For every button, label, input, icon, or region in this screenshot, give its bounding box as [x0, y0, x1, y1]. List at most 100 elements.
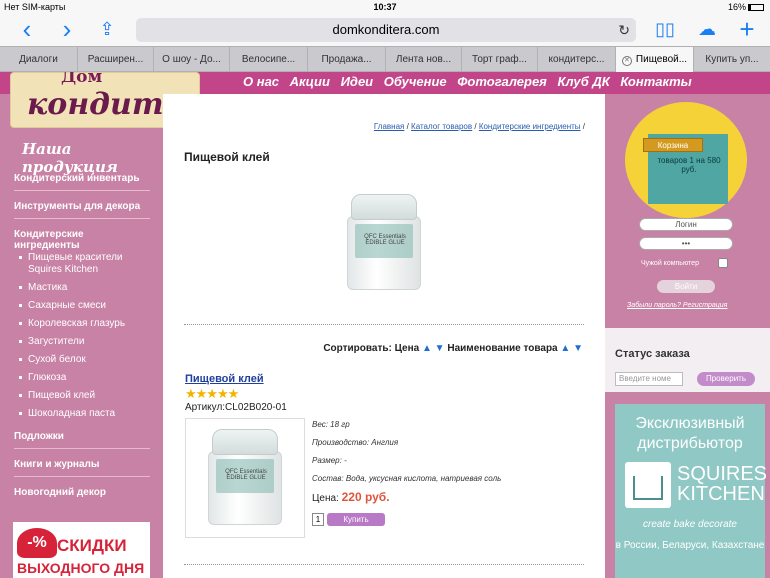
sidebar-item-novogodniy[interactable]: Новогодний декор	[14, 487, 150, 504]
product-link[interactable]: Пищевой клей	[185, 373, 264, 385]
tab-label: Лента нов...	[395, 54, 452, 65]
battery-percent: 16%	[727, 2, 746, 12]
cart-badge: Корзина	[643, 138, 703, 152]
url-text: domkonditera.com	[332, 22, 440, 37]
page-title: Пищевой клей	[184, 150, 270, 164]
nav-promotions[interactable]: Акции	[290, 74, 330, 89]
nav-ideas[interactable]: Идеи	[341, 74, 374, 89]
banner-countries: в России, Беларуси, Казахстане	[615, 540, 765, 551]
sidebar-item-knigi[interactable]: Книги и журналы	[14, 459, 150, 477]
login-button[interactable]: Войти	[657, 280, 715, 293]
left-sidebar: Наша продукция Кондитерский инвентарь Ин…	[0, 72, 163, 578]
cart-widget[interactable]: Корзина товаров 1 на 580 руб.	[625, 102, 747, 218]
tab-label: О шоу - До...	[162, 54, 221, 65]
discount-banner[interactable]: -% СКИДКИ ВЫХОДНОГО ДНЯ	[13, 522, 150, 578]
tab-label: Диалоги	[19, 54, 58, 65]
breadcrumb-category[interactable]: Кондитерские ингредиенты	[479, 122, 581, 131]
product-sku: Артикул:CL02B020-01	[185, 402, 287, 413]
close-tab-icon[interactable]: ✕	[621, 56, 632, 66]
jar-label-text: QFC Essentials EDIBLE GLUE	[225, 469, 267, 481]
percent-badge: -%	[17, 528, 57, 558]
tab-dialogi[interactable]: Диалоги	[0, 47, 78, 72]
product-jar-image: QFC Essentials EDIBLE GLUE	[208, 429, 282, 529]
sort-price-asc[interactable]: ▲	[422, 343, 432, 354]
tab-label: Велосипе...	[241, 54, 296, 65]
sidebar-subitem-active[interactable]: Пищевой клей	[18, 390, 95, 402]
tab-velosipe[interactable]: Велосипе...	[230, 47, 308, 72]
tab-bar: Диалоги Расширен... О шоу - До... Велоси…	[0, 46, 770, 72]
order-status-title: Статус заказа	[615, 348, 690, 360]
sidebar-subitem[interactable]: Загустители	[18, 336, 84, 348]
promo-line2: ВЫХОДНОГО ДНЯ	[17, 560, 145, 576]
buy-button[interactable]: Купить	[327, 513, 385, 526]
tab-label: Продажа...	[321, 54, 372, 65]
sidebar-item-instrumenty[interactable]: Инструменты для декора	[14, 201, 150, 219]
sort-name-desc[interactable]: ▼	[573, 343, 583, 354]
right-sidebar: Корзина товаров 1 на 580 руб. Логин ••• …	[605, 94, 770, 578]
tab-o-shou[interactable]: О шоу - До...	[154, 47, 230, 72]
spec-size: Размер: -	[312, 456, 347, 465]
sort-name-asc[interactable]: ▲	[560, 343, 570, 354]
sidebar-subitem[interactable]: Сухой белок	[19, 354, 86, 366]
new-tab-icon[interactable]: +	[732, 14, 762, 46]
sidebar-subitem[interactable]: Сахарные смеси	[19, 300, 106, 312]
login-input[interactable]: Логин	[639, 218, 733, 231]
nav-club[interactable]: Клуб ДК	[557, 74, 609, 89]
cloud-tabs-icon[interactable]: ☁	[692, 14, 722, 46]
tab-rasshiren[interactable]: Расширен...	[78, 47, 154, 72]
check-order-button[interactable]: Проверить	[697, 372, 755, 386]
sidebar-subitem[interactable]: Королевская глазурь	[18, 318, 125, 330]
back-icon[interactable]: ‹	[12, 14, 42, 46]
product-image-large[interactable]: QFC Essentials EDIBLE GLUE	[347, 194, 421, 294]
squires-logo: SQUIRES KITCHEN	[625, 462, 767, 508]
main-content: Главная / Каталог товаров / Кондитерские…	[163, 94, 605, 578]
sidebar-subitem[interactable]: Шоколадная паста	[18, 408, 115, 420]
breadcrumb-home[interactable]: Главная	[374, 122, 404, 131]
forgot-password-link[interactable]: Забыли пароль? Регистрация	[627, 302, 727, 309]
quantity-input[interactable]: 1	[312, 513, 324, 526]
nav-about[interactable]: О нас	[243, 74, 279, 89]
spec-origin: Производство: Англия	[312, 438, 399, 447]
banner-title: Эксклюзивный дистрибьютор	[635, 415, 745, 452]
battery-indicator: 16%	[728, 2, 764, 12]
remember-label: Чужой компьютер	[641, 260, 699, 267]
sidebar-item-inventar[interactable]: Кондитерский инвентарь	[14, 173, 150, 191]
address-bar[interactable]: domkonditera.com ↻	[136, 18, 636, 42]
reload-icon[interactable]: ↻	[618, 18, 630, 42]
squires-banner[interactable]: Эксклюзивный дистрибьютор SQUIRES KITCHE…	[615, 404, 767, 578]
sort-price-desc[interactable]: ▼	[435, 343, 445, 354]
sort-label: Сортировать: Цена	[323, 343, 420, 354]
order-status-box: Статус заказа Введите номе Проверить	[605, 328, 770, 392]
sidebar-item-podlozhki[interactable]: Подложки	[14, 431, 150, 449]
sort-name-label: Наименование товара	[447, 343, 558, 354]
breadcrumb-catalog[interactable]: Каталог товаров	[411, 122, 472, 131]
cake-icon	[625, 462, 671, 508]
nav-training[interactable]: Обучение	[384, 74, 447, 89]
battery-icon	[748, 4, 764, 11]
product-thumbnail[interactable]: QFC Essentials EDIBLE GLUE	[185, 418, 305, 538]
tab-tort[interactable]: Торт граф...	[462, 47, 538, 72]
bookmarks-icon[interactable]: ▯▯	[650, 14, 680, 46]
banner-brand: SQUIRES KITCHEN	[677, 463, 768, 505]
order-number-input[interactable]: Введите номе	[615, 372, 683, 386]
jar-label-text: QFC Essentials EDIBLE GLUE	[364, 234, 406, 246]
forward-icon[interactable]: ›	[52, 14, 82, 46]
password-input[interactable]: •••	[639, 237, 733, 250]
tab-konditers[interactable]: кондитерс...	[538, 47, 616, 72]
sidebar-subitem[interactable]: Пищевые красители Squires Kitchen	[19, 252, 138, 276]
tab-kupit[interactable]: Купить уп...	[694, 47, 770, 72]
divider	[184, 324, 584, 325]
remember-checkbox[interactable]	[718, 258, 728, 268]
tab-prodazha[interactable]: Продажа...	[308, 47, 386, 72]
sidebar-subitem[interactable]: Глюкоза	[18, 372, 66, 384]
share-icon[interactable]: ⇪	[92, 14, 122, 46]
breadcrumb-sep: /	[580, 122, 585, 131]
sidebar-subitem[interactable]: Мастика	[18, 282, 67, 294]
rating-stars: ★★★★★	[185, 386, 239, 401]
nav-contacts[interactable]: Контакты	[620, 74, 691, 89]
tab-pishchevoy-active[interactable]: ✕ Пищевой...	[616, 47, 694, 72]
nav-gallery[interactable]: Фотогалерея	[457, 74, 547, 89]
tab-lenta[interactable]: Лента нов...	[386, 47, 462, 72]
clock: 10:37	[373, 2, 397, 12]
tab-label: Купить уп...	[705, 54, 759, 65]
